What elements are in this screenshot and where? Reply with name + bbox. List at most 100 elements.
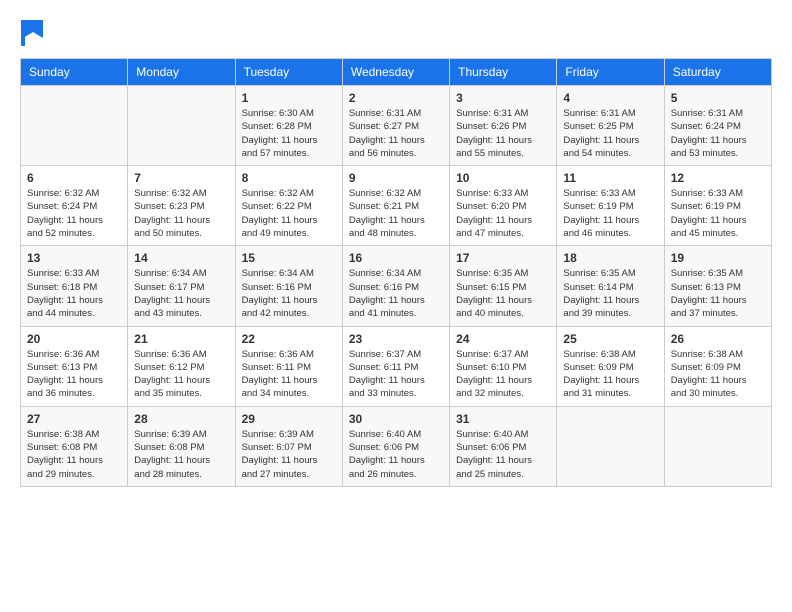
day-number: 4 [563,91,657,105]
day-cell: 27 Sunrise: 6:38 AM Sunset: 6:08 PM Dayli… [21,406,128,486]
day-cell: 17Sunrise: 6:35 AM Sunset: 6:15 PM Dayli… [450,246,557,326]
header-cell-thursday: Thursday [450,59,557,86]
day-number: 8 [242,171,336,185]
day-number: 14 [134,251,228,265]
day-info: Sunrise: 6:38 AM Sunset: 6:09 PM Dayligh… [671,348,765,401]
day-number: 6 [27,171,121,185]
day-number: 7 [134,171,228,185]
day-cell: 3Sunrise: 6:31 AM Sunset: 6:26 PM Daylig… [450,86,557,166]
day-number: 21 [134,332,228,346]
header-cell-sunday: Sunday [21,59,128,86]
page-header [20,20,772,48]
day-cell: 8 Sunrise: 6:32 AM Sunset: 6:22 PM Daylig… [235,166,342,246]
day-cell: 29 Sunrise: 6:39 AM Sunset: 6:07 PM Dayli… [235,406,342,486]
day-cell: 12 Sunrise: 6:33 AM Sunset: 6:19 PM Dayli… [664,166,771,246]
day-cell: 23 Sunrise: 6:37 AM Sunset: 6:11 PM Dayli… [342,326,449,406]
week-row-5: 27 Sunrise: 6:38 AM Sunset: 6:08 PM Dayli… [21,406,772,486]
day-cell: 16 Sunrise: 6:34 AM Sunset: 6:16 PM Dayli… [342,246,449,326]
day-cell: 18 Sunrise: 6:35 AM Sunset: 6:14 PM Dayli… [557,246,664,326]
day-cell: 9Sunrise: 6:32 AM Sunset: 6:21 PM Daylig… [342,166,449,246]
day-cell: 5Sunrise: 6:31 AM Sunset: 6:24 PM Daylig… [664,86,771,166]
header-cell-saturday: Saturday [664,59,771,86]
week-row-3: 13 Sunrise: 6:33 AM Sunset: 6:18 PM Dayli… [21,246,772,326]
day-info: Sunrise: 6:40 AM Sunset: 6:06 PM Dayligh… [349,428,443,481]
calendar-header: SundayMondayTuesdayWednesdayThursdayFrid… [21,59,772,86]
day-number: 13 [27,251,121,265]
day-info: Sunrise: 6:36 AM Sunset: 6:12 PM Dayligh… [134,348,228,401]
day-number: 23 [349,332,443,346]
day-cell: 11 Sunrise: 6:33 AM Sunset: 6:19 PM Dayli… [557,166,664,246]
week-row-1: 1 Sunrise: 6:30 AM Sunset: 6:28 PM Daylig… [21,86,772,166]
day-info: Sunrise: 6:34 AM Sunset: 6:16 PM Dayligh… [349,267,443,320]
day-number: 2 [349,91,443,105]
week-row-2: 6 Sunrise: 6:32 AM Sunset: 6:24 PM Daylig… [21,166,772,246]
day-cell [128,86,235,166]
day-cell: 13 Sunrise: 6:33 AM Sunset: 6:18 PM Dayli… [21,246,128,326]
day-cell: 14Sunrise: 6:34 AM Sunset: 6:17 PM Dayli… [128,246,235,326]
day-cell: 24 Sunrise: 6:37 AM Sunset: 6:10 PM Dayli… [450,326,557,406]
day-number: 12 [671,171,765,185]
day-number: 10 [456,171,550,185]
day-number: 29 [242,412,336,426]
day-info: Sunrise: 6:35 AM Sunset: 6:13 PM Dayligh… [671,267,765,320]
calendar-table: SundayMondayTuesdayWednesdayThursdayFrid… [20,58,772,487]
header-cell-monday: Monday [128,59,235,86]
day-number: 20 [27,332,121,346]
logo [20,20,43,48]
day-number: 11 [563,171,657,185]
day-info: Sunrise: 6:35 AM Sunset: 6:14 PM Dayligh… [563,267,657,320]
day-info: Sunrise: 6:39 AM Sunset: 6:07 PM Dayligh… [242,428,336,481]
day-number: 28 [134,412,228,426]
day-number: 31 [456,412,550,426]
day-info: Sunrise: 6:33 AM Sunset: 6:18 PM Dayligh… [27,267,121,320]
day-info: Sunrise: 6:37 AM Sunset: 6:10 PM Dayligh… [456,348,550,401]
day-info: Sunrise: 6:37 AM Sunset: 6:11 PM Dayligh… [349,348,443,401]
day-number: 30 [349,412,443,426]
day-info: Sunrise: 6:36 AM Sunset: 6:13 PM Dayligh… [27,348,121,401]
day-number: 1 [242,91,336,105]
day-info: Sunrise: 6:31 AM Sunset: 6:27 PM Dayligh… [349,107,443,160]
day-info: Sunrise: 6:32 AM Sunset: 6:24 PM Dayligh… [27,187,121,240]
day-number: 15 [242,251,336,265]
day-number: 26 [671,332,765,346]
day-cell: 26 Sunrise: 6:38 AM Sunset: 6:09 PM Dayli… [664,326,771,406]
day-cell: 20 Sunrise: 6:36 AM Sunset: 6:13 PM Dayli… [21,326,128,406]
week-row-4: 20 Sunrise: 6:36 AM Sunset: 6:13 PM Dayli… [21,326,772,406]
day-cell: 22 Sunrise: 6:36 AM Sunset: 6:11 PM Dayli… [235,326,342,406]
day-info: Sunrise: 6:32 AM Sunset: 6:23 PM Dayligh… [134,187,228,240]
day-number: 18 [563,251,657,265]
day-info: Sunrise: 6:31 AM Sunset: 6:24 PM Dayligh… [671,107,765,160]
day-number: 16 [349,251,443,265]
day-cell: 6 Sunrise: 6:32 AM Sunset: 6:24 PM Daylig… [21,166,128,246]
header-cell-wednesday: Wednesday [342,59,449,86]
day-number: 25 [563,332,657,346]
day-info: Sunrise: 6:31 AM Sunset: 6:25 PM Dayligh… [563,107,657,160]
day-cell: 31Sunrise: 6:40 AM Sunset: 6:06 PM Dayli… [450,406,557,486]
logo-icon [21,20,43,46]
day-info: Sunrise: 6:33 AM Sunset: 6:19 PM Dayligh… [563,187,657,240]
day-info: Sunrise: 6:32 AM Sunset: 6:22 PM Dayligh… [242,187,336,240]
day-cell [21,86,128,166]
day-info: Sunrise: 6:32 AM Sunset: 6:21 PM Dayligh… [349,187,443,240]
day-info: Sunrise: 6:39 AM Sunset: 6:08 PM Dayligh… [134,428,228,481]
header-cell-friday: Friday [557,59,664,86]
day-info: Sunrise: 6:33 AM Sunset: 6:19 PM Dayligh… [671,187,765,240]
day-number: 27 [27,412,121,426]
day-info: Sunrise: 6:36 AM Sunset: 6:11 PM Dayligh… [242,348,336,401]
day-cell: 30 Sunrise: 6:40 AM Sunset: 6:06 PM Dayli… [342,406,449,486]
day-number: 24 [456,332,550,346]
day-cell [557,406,664,486]
day-cell: 21 Sunrise: 6:36 AM Sunset: 6:12 PM Dayli… [128,326,235,406]
day-info: Sunrise: 6:30 AM Sunset: 6:28 PM Dayligh… [242,107,336,160]
day-cell: 10Sunrise: 6:33 AM Sunset: 6:20 PM Dayli… [450,166,557,246]
day-number: 17 [456,251,550,265]
day-cell: 19Sunrise: 6:35 AM Sunset: 6:13 PM Dayli… [664,246,771,326]
calendar-body: 1 Sunrise: 6:30 AM Sunset: 6:28 PM Daylig… [21,86,772,487]
day-info: Sunrise: 6:38 AM Sunset: 6:08 PM Dayligh… [27,428,121,481]
day-number: 22 [242,332,336,346]
day-cell: 2 Sunrise: 6:31 AM Sunset: 6:27 PM Daylig… [342,86,449,166]
day-cell: 15Sunrise: 6:34 AM Sunset: 6:16 PM Dayli… [235,246,342,326]
header-cell-tuesday: Tuesday [235,59,342,86]
day-cell [664,406,771,486]
day-info: Sunrise: 6:38 AM Sunset: 6:09 PM Dayligh… [563,348,657,401]
